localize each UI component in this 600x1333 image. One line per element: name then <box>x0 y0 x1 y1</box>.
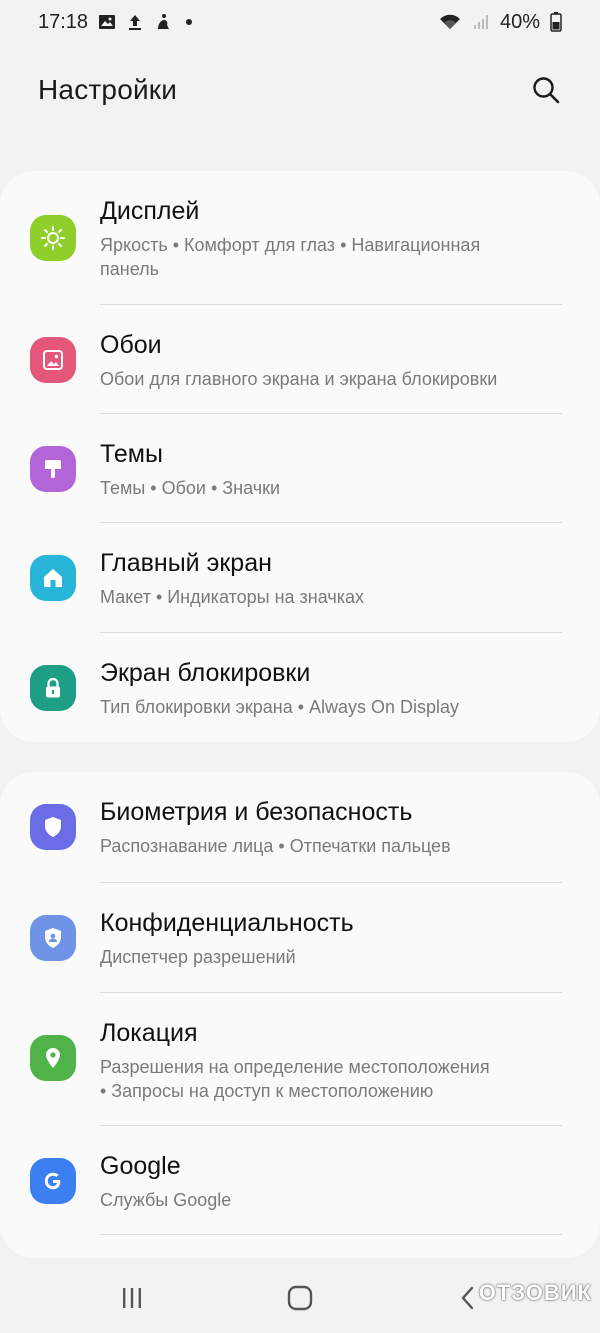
shield-icon <box>30 804 76 850</box>
settings-item-home-screen[interactable]: Главный экран Макет • Индикаторы на знач… <box>0 523 600 632</box>
signal-icon <box>472 13 490 31</box>
settings-item-title: Локация <box>100 1019 198 1047</box>
lock-icon <box>30 665 76 711</box>
settings-item-google[interactable]: Google Службы Google <box>0 1126 600 1234</box>
upload-icon <box>126 13 144 31</box>
recents-icon <box>123 1288 141 1308</box>
settings-item-subtitle: Разрешения на определение местоположения… <box>100 1055 570 1103</box>
app-header: Настройки <box>0 60 600 120</box>
privacy-icon <box>30 915 76 961</box>
settings-item-privacy[interactable]: Конфиденциальность Диспетчер разрешений <box>0 883 600 992</box>
settings-group-display: Дисплей Яркость • Комфорт для глаз • Нав… <box>0 171 600 742</box>
settings-item-title: Google <box>100 1152 181 1180</box>
settings-item-title: Конфиденциальность <box>100 909 354 937</box>
gallery-icon <box>98 13 116 31</box>
settings-item-title: Главный экран <box>100 549 272 577</box>
search-icon <box>533 77 560 104</box>
settings-item-wallpaper[interactable]: Обои Обои для главного экрана и экрана б… <box>0 305 600 414</box>
themes-icon <box>30 446 76 492</box>
settings-group-security: Биометрия и безопасность Распознавание л… <box>0 772 600 1258</box>
watermark: ОТЗОВИК <box>478 1280 592 1305</box>
subtitle-line: панель <box>100 259 159 279</box>
recents-button[interactable] <box>112 1280 152 1316</box>
battery-percent: 40% <box>499 10 540 33</box>
divider <box>100 1234 562 1235</box>
subtitle-line: • Запросы на доступ к местоположению <box>100 1081 434 1101</box>
status-bar: 17:18 40% <box>0 0 600 44</box>
accessibility-icon <box>154 13 172 31</box>
settings-item-subtitle: Диспетчер разрешений <box>100 947 296 967</box>
settings-item-display[interactable]: Дисплей Яркость • Комфорт для глаз • Нав… <box>0 171 600 304</box>
settings-item-title: Темы <box>100 440 163 468</box>
page-title: Настройки <box>38 74 178 105</box>
settings-item-title: Дисплей <box>100 197 200 225</box>
settings-item-subtitle: Яркость • Комфорт для глаз • Навигационн… <box>100 233 570 281</box>
settings-item-themes[interactable]: Темы Темы • Обои • Значки <box>0 414 600 523</box>
status-bar-right: 40% <box>438 11 562 34</box>
status-bar-left: 17:18 <box>38 10 193 34</box>
notification-dot-icon <box>186 19 193 25</box>
settings-item-title: Биометрия и безопасность <box>100 798 413 826</box>
back-icon <box>461 1286 474 1310</box>
clock: 17:18 <box>38 10 89 33</box>
settings-item-lock-screen[interactable]: Экран блокировки Тип блокировки экрана •… <box>0 633 600 742</box>
home-icon <box>287 1285 313 1311</box>
google-icon <box>30 1158 76 1204</box>
settings-item-subtitle: Распознавание лица • Отпечатки пальцев <box>100 836 451 856</box>
wifi-icon <box>438 13 462 31</box>
settings-item-subtitle: Макет • Индикаторы на значках <box>100 587 364 607</box>
settings-item-location[interactable]: Локация Разрешения на определение местоп… <box>0 993 600 1125</box>
settings-item-subtitle: Темы • Обои • Значки <box>100 478 281 498</box>
display-icon <box>30 215 76 261</box>
settings-item-title: Обои <box>100 331 162 359</box>
location-icon <box>30 1035 76 1081</box>
home-screen-icon <box>30 555 76 601</box>
settings-item-biometrics[interactable]: Биометрия и безопасность Распознавание л… <box>0 772 600 882</box>
settings-item-subtitle: Службы Google <box>100 1190 232 1210</box>
settings-item-title: Экран блокировки <box>100 659 311 687</box>
battery-icon <box>550 12 562 32</box>
subtitle-line: Разрешения на определение местоположения <box>100 1057 490 1077</box>
wallpaper-icon <box>30 337 76 383</box>
search-button[interactable] <box>526 70 566 110</box>
subtitle-line: Яркость • Комфорт для глаз • Навигационн… <box>100 235 481 255</box>
settings-item-subtitle: Тип блокировки экрана • Always On Displa… <box>100 697 460 717</box>
settings-item-subtitle: Обои для главного экрана и экрана блокир… <box>100 369 498 389</box>
home-button[interactable] <box>280 1280 320 1316</box>
